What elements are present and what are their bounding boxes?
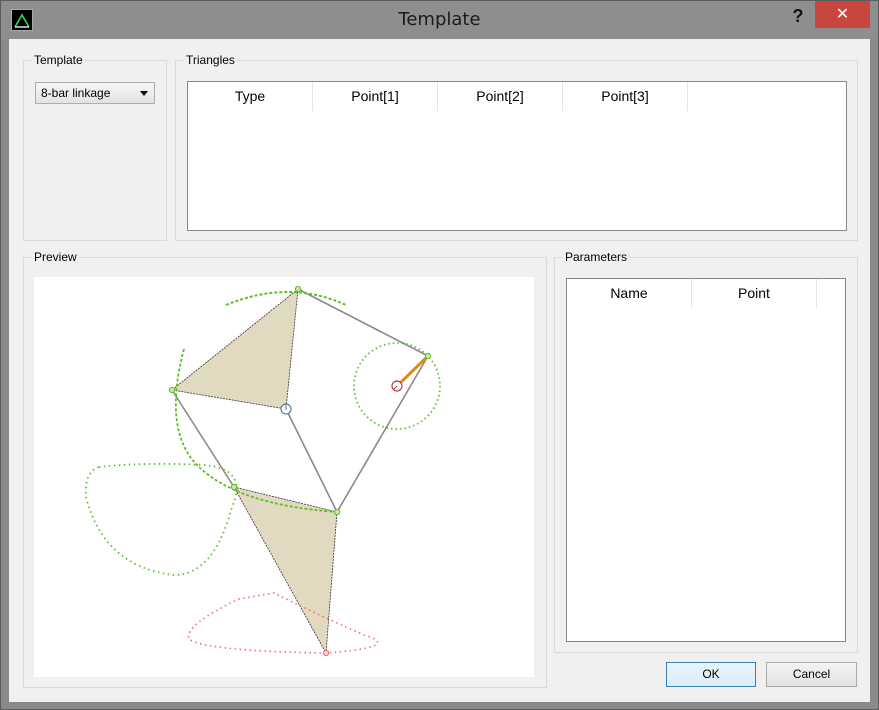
linkage-drawing xyxy=(84,285,441,657)
column-header-point3[interactable]: Point[3] xyxy=(563,82,688,111)
parameters-table-header: Name Point xyxy=(567,279,817,308)
link-right xyxy=(336,355,429,513)
triangles-table[interactable]: Type Point[1] Point[2] Point[3] xyxy=(187,81,847,231)
coupler-loop-path xyxy=(84,462,238,576)
joint-right[interactable] xyxy=(424,352,432,360)
lower-triangle xyxy=(233,486,338,655)
parameters-table[interactable]: Name Point xyxy=(566,278,846,642)
joint-mid-left[interactable] xyxy=(230,483,238,491)
cancel-button[interactable]: Cancel xyxy=(766,662,857,687)
help-button[interactable]: ? xyxy=(783,4,813,28)
window-title: Template xyxy=(398,9,481,30)
template-select[interactable]: 8-bar linkage xyxy=(35,82,155,104)
column-header-name[interactable]: Name xyxy=(567,279,692,308)
output-path xyxy=(187,592,379,654)
dialog-client: Template 8-bar linkage Triangles Type Po… xyxy=(9,39,870,702)
parameters-group: Parameters Name Point xyxy=(554,249,858,653)
parameters-group-title: Parameters xyxy=(563,249,630,265)
template-select-value: 8-bar linkage xyxy=(41,86,111,100)
joint-top[interactable] xyxy=(294,285,302,293)
column-header-point1[interactable]: Point[1] xyxy=(313,82,438,111)
upper-triangle xyxy=(171,288,299,410)
column-header-point[interactable]: Point xyxy=(692,279,817,308)
template-group-title: Template xyxy=(32,52,85,68)
triangles-table-header: Type Point[1] Point[2] Point[3] xyxy=(188,82,688,111)
link-center xyxy=(285,408,338,513)
ok-button[interactable]: OK xyxy=(666,662,756,687)
title-bar[interactable]: Template ? ✕ xyxy=(1,1,878,39)
template-group: Template 8-bar linkage xyxy=(23,52,167,241)
column-header-type[interactable]: Type xyxy=(188,82,313,111)
triangles-group: Triangles Type Point[1] Point[2] Point[3… xyxy=(175,52,858,241)
preview-group-title: Preview xyxy=(32,249,79,265)
column-header-point2[interactable]: Point[2] xyxy=(438,82,563,111)
preview-canvas[interactable] xyxy=(34,277,534,677)
joint-mid-right[interactable] xyxy=(333,508,341,516)
template-dialog: Template ? ✕ Template 8-bar linkage Tria… xyxy=(0,0,879,710)
close-button[interactable]: ✕ xyxy=(815,1,870,28)
link-top-right xyxy=(297,288,429,357)
joint-bottom[interactable] xyxy=(322,649,330,657)
dropdown-arrow-icon xyxy=(140,91,148,96)
joint-left[interactable] xyxy=(168,386,176,394)
triangles-group-title: Triangles xyxy=(184,52,237,68)
